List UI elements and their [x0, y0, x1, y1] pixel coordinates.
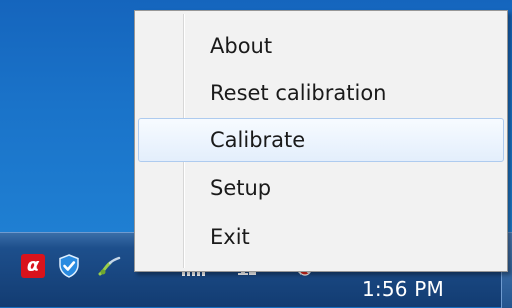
avira-umbrella-icon[interactable]: α	[21, 254, 45, 278]
menu-item-calibrate[interactable]: Calibrate	[138, 118, 504, 162]
tray-context-menu: About Reset calibration Calibrate Setup …	[134, 10, 508, 272]
menu-item-exit[interactable]: Exit	[138, 215, 504, 259]
network-icon[interactable]	[97, 254, 121, 278]
shield-icon[interactable]	[57, 254, 81, 278]
menu-item-reset-calibration[interactable]: Reset calibration	[138, 71, 504, 115]
taskbar-clock[interactable]: 1:56 PM	[362, 277, 444, 301]
menu-item-setup[interactable]: Setup	[138, 166, 504, 210]
menu-item-about[interactable]: About	[138, 24, 504, 68]
